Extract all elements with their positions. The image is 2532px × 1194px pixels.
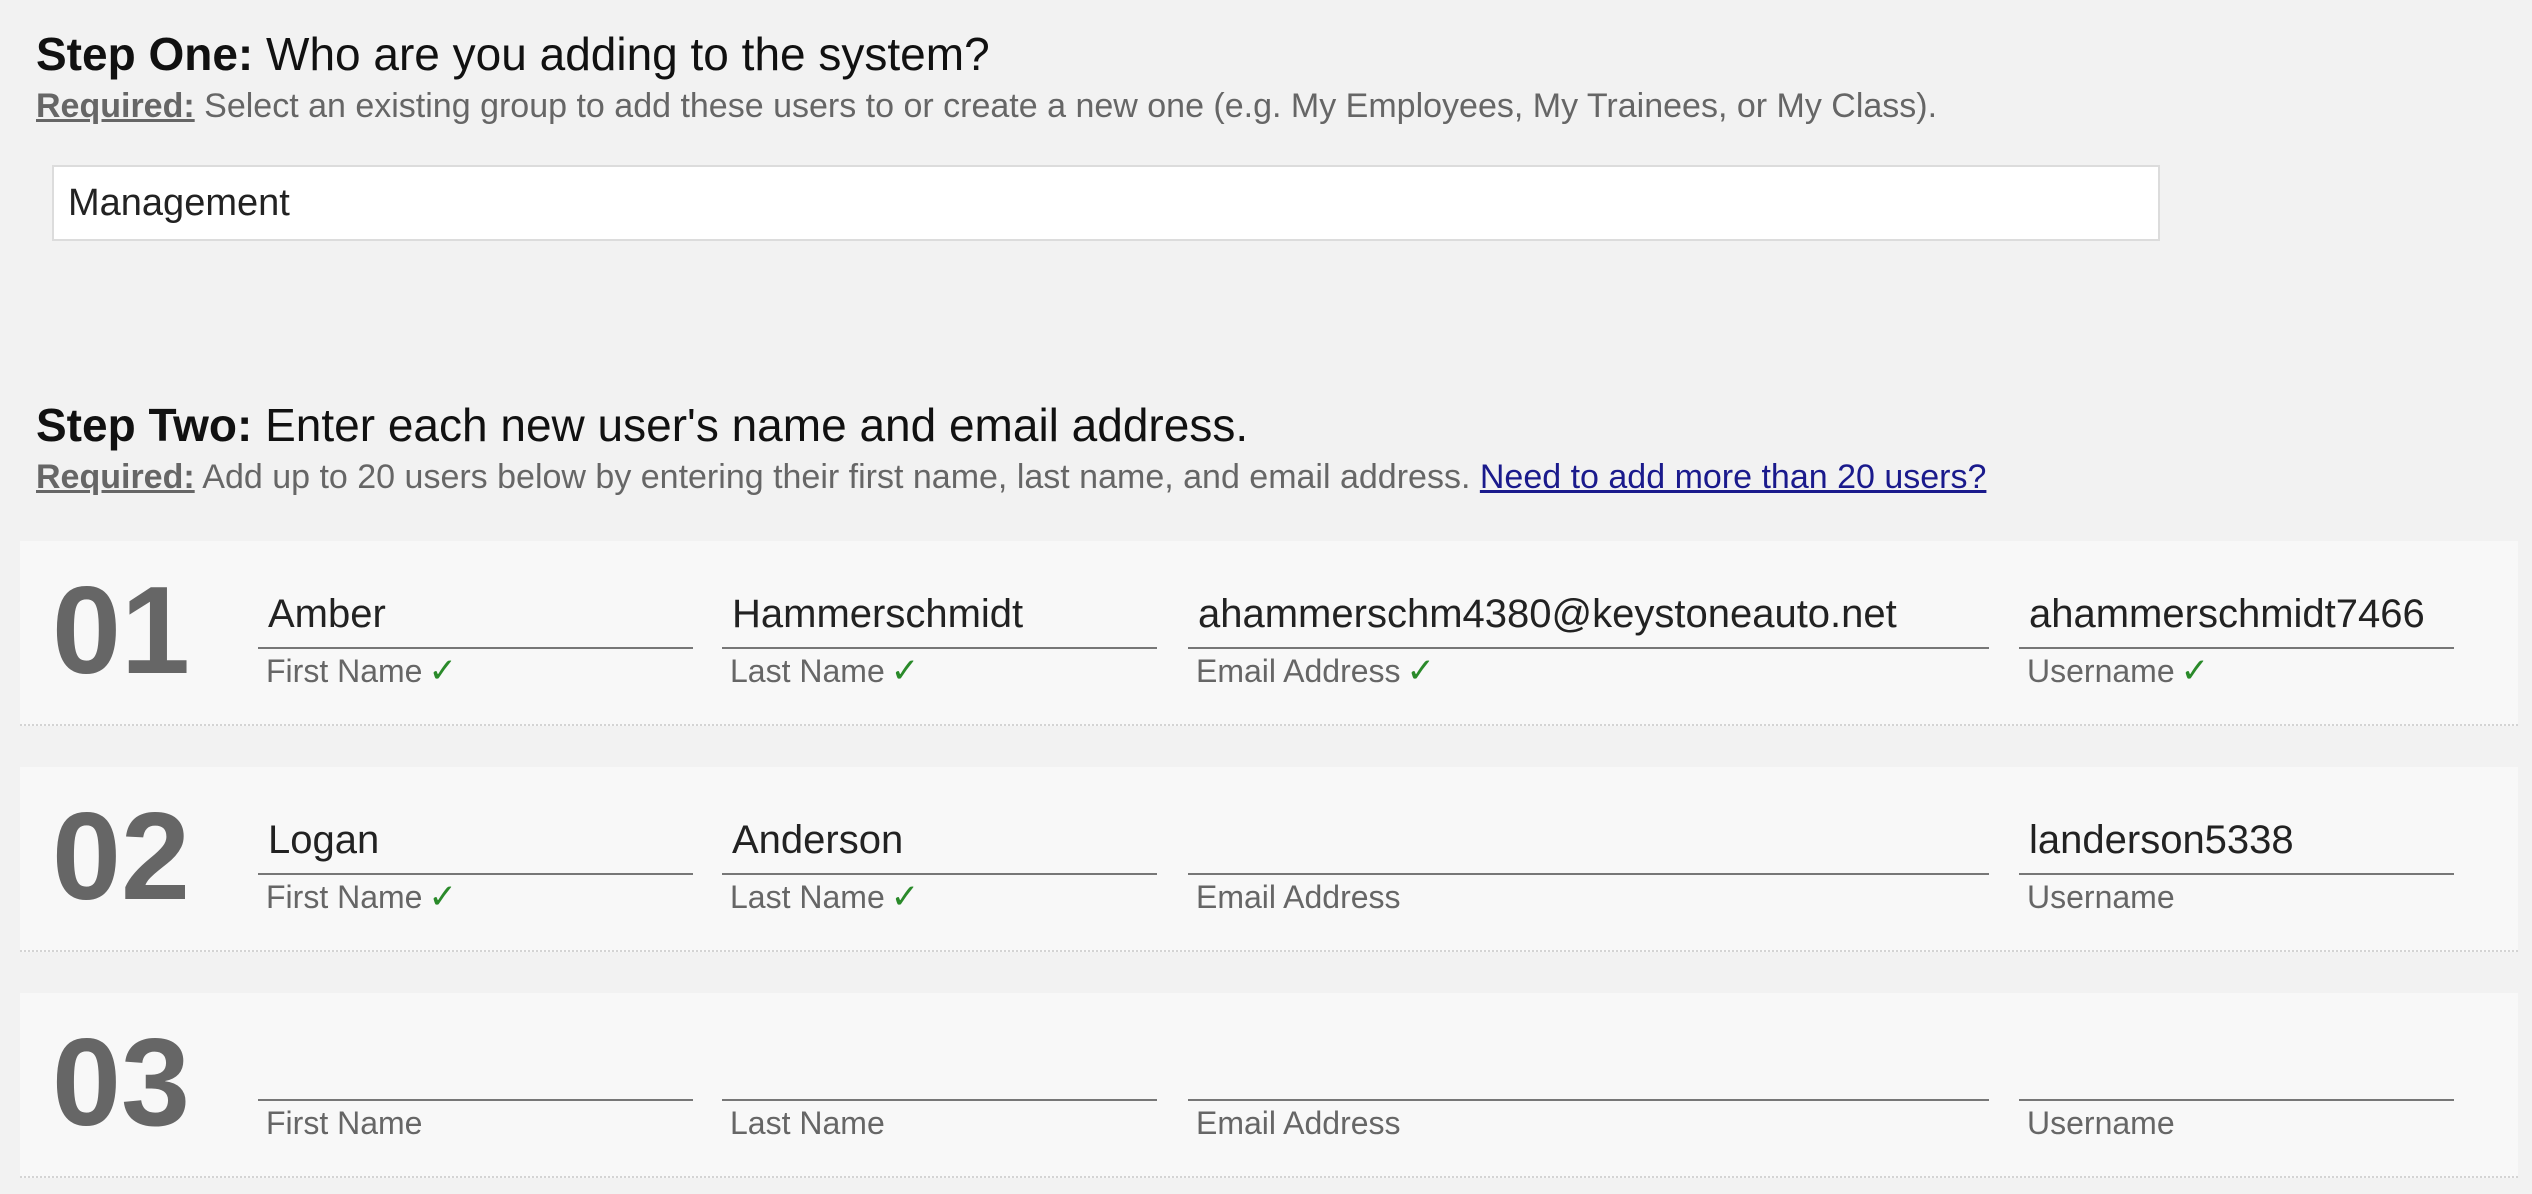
- username-field: Username✓: [2019, 581, 2454, 691]
- first-name-field: First Name✓: [258, 581, 693, 691]
- email-input[interactable]: [1188, 807, 1989, 875]
- username-field: Username: [2019, 807, 2454, 917]
- email-label: Email Address ✓: [1196, 652, 1436, 690]
- username-input[interactable]: [2019, 1033, 2454, 1101]
- first-name-input[interactable]: [258, 807, 693, 875]
- step-two-question: Enter each new user's name and email add…: [265, 399, 1249, 451]
- last-name-label: Last Name: [730, 1105, 885, 1141]
- last-name-input[interactable]: [722, 1033, 1157, 1101]
- first-name-label: First Name: [266, 1105, 423, 1141]
- step-one-instructions: Required: Select an existing group to ad…: [36, 84, 1937, 128]
- username-label: Username: [2027, 879, 2175, 915]
- user-row: 02 First Name✓ Last Name✓ Email Address …: [20, 767, 2518, 952]
- username-label: Username: [2027, 1105, 2175, 1141]
- last-name-input[interactable]: [722, 581, 1157, 649]
- last-name-field: Last Name✓: [722, 807, 1157, 917]
- last-name-field: Last Name: [722, 1033, 1157, 1143]
- step-one-question: Who are you adding to the system?: [266, 28, 990, 80]
- row-number: 03: [52, 1014, 190, 1152]
- check-icon: ✓: [890, 878, 920, 916]
- username-input[interactable]: [2019, 581, 2454, 649]
- step-two-instructions: Required: Add up to 20 users below by en…: [36, 455, 1986, 499]
- more-users-link[interactable]: Need to add more than 20 users?: [1480, 458, 1987, 496]
- email-field: Email Address: [1188, 807, 1989, 917]
- group-input[interactable]: [52, 165, 2160, 241]
- last-name-input[interactable]: [722, 807, 1157, 875]
- row-number: 01: [52, 562, 190, 700]
- check-icon: ✓: [2180, 652, 2210, 690]
- check-icon: ✓: [1406, 652, 1436, 690]
- email-field: Email Address✓: [1188, 581, 1989, 691]
- last-name-label: Last Name ✓: [730, 652, 920, 690]
- email-input[interactable]: [1188, 581, 1989, 649]
- required-label: Required:: [36, 458, 195, 496]
- step-one-section: Step One: Who are you adding to the syst…: [36, 26, 1937, 128]
- first-name-field: First Name✓: [258, 807, 693, 917]
- username-field: Username: [2019, 1033, 2454, 1143]
- first-name-input[interactable]: [258, 1033, 693, 1101]
- step-one-heading: Step One: Who are you adding to the syst…: [36, 26, 1937, 82]
- step-two-label: Step Two:: [36, 399, 253, 451]
- check-icon: ✓: [890, 652, 920, 690]
- step-one-instruction-text: Select an existing group to add these us…: [204, 87, 1938, 125]
- first-name-input[interactable]: [258, 581, 693, 649]
- step-two-section: Step Two: Enter each new user's name and…: [36, 397, 1986, 499]
- step-two-heading: Step Two: Enter each new user's name and…: [36, 397, 1986, 453]
- first-name-label: First Name ✓: [266, 878, 457, 916]
- check-icon: ✓: [428, 652, 457, 690]
- required-label: Required:: [36, 87, 195, 125]
- username-label: Username ✓: [2027, 652, 2210, 690]
- last-name-label: Last Name ✓: [730, 878, 920, 916]
- email-label: Email Address: [1196, 1105, 1401, 1141]
- step-one-label: Step One:: [36, 28, 254, 80]
- email-input[interactable]: [1188, 1033, 1989, 1101]
- last-name-field: Last Name✓: [722, 581, 1157, 691]
- first-name-field: First Name: [258, 1033, 693, 1143]
- email-field: Email Address: [1188, 1033, 1989, 1143]
- check-icon: ✓: [428, 878, 457, 916]
- row-number: 02: [52, 788, 190, 926]
- email-label: Email Address: [1196, 879, 1401, 915]
- user-row: 03 First Name Last Name Email Address Us…: [20, 993, 2518, 1178]
- first-name-label: First Name ✓: [266, 652, 457, 690]
- username-input[interactable]: [2019, 807, 2454, 875]
- step-two-instruction-text: Add up to 20 users below by entering the…: [202, 458, 1471, 496]
- user-row: 01 First Name✓ Last Name✓ Email Address✓…: [20, 541, 2518, 726]
